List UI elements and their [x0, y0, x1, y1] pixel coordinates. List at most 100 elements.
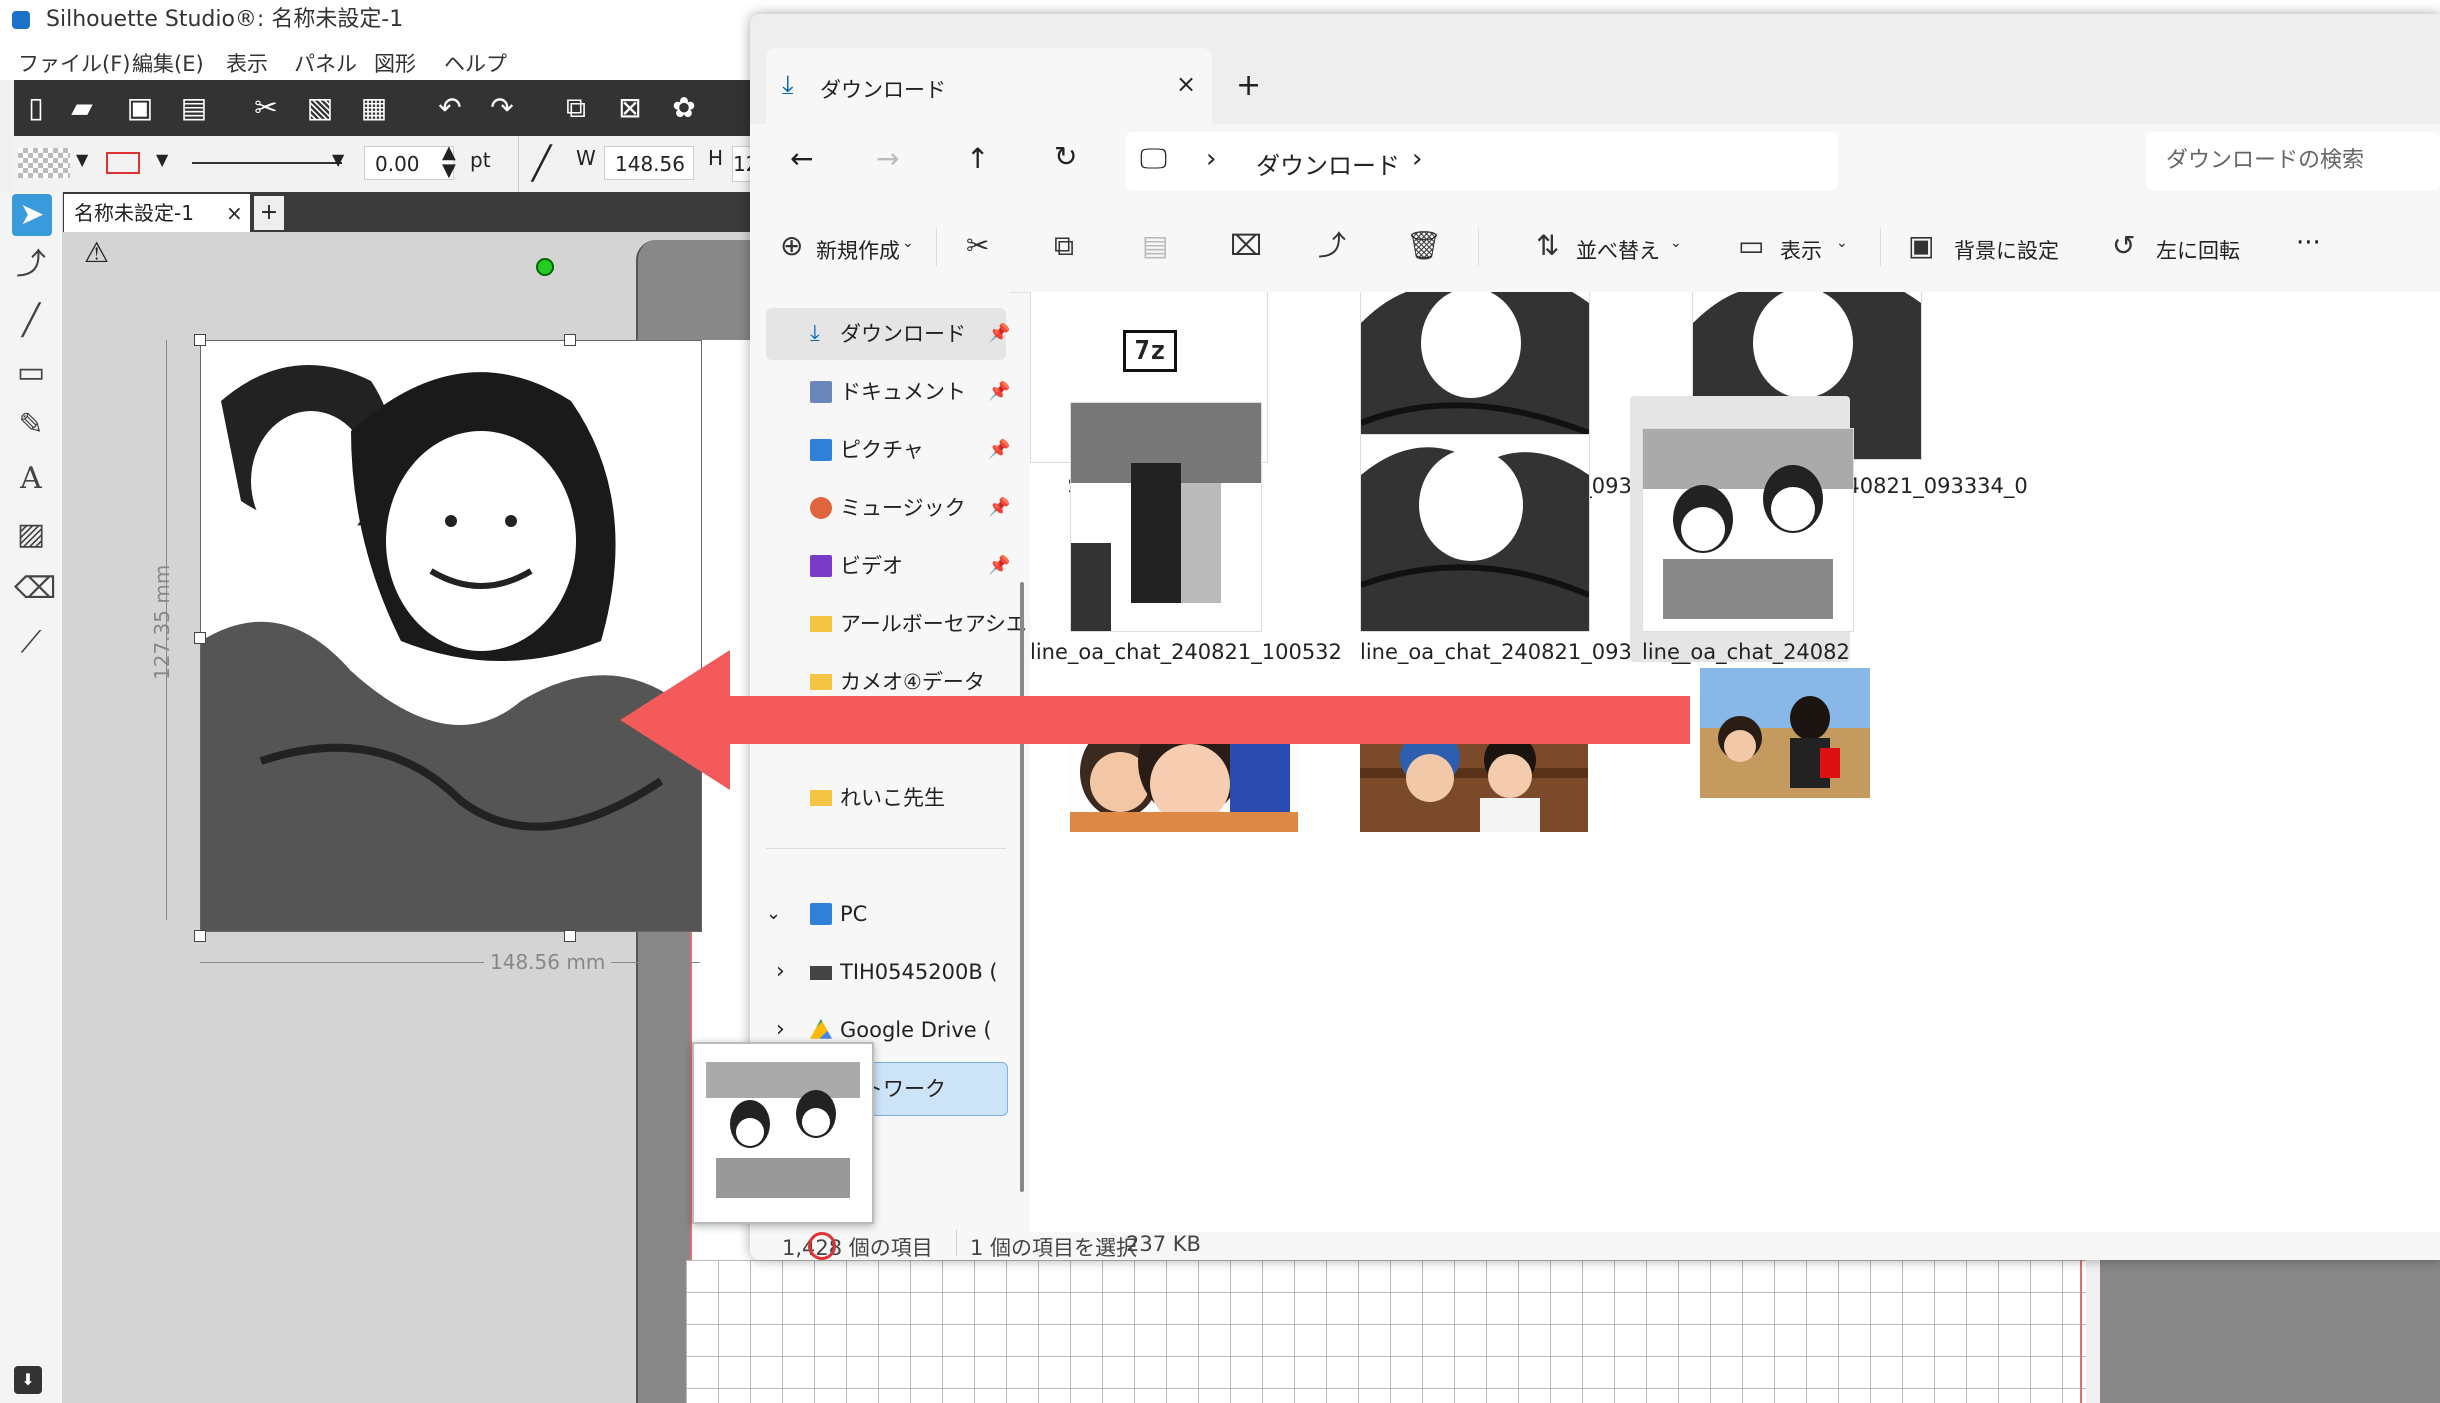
new-tab-button[interactable]: +: [1236, 68, 1261, 103]
text-tool-icon[interactable]: A: [14, 462, 48, 496]
pin-icon[interactable]: 📌: [988, 424, 1010, 476]
copy-icon[interactable]: ⧉: [1054, 230, 1074, 262]
menu-panel[interactable]: パネル: [294, 48, 357, 78]
line-tool-icon[interactable]: ╱: [532, 144, 551, 182]
menu-edit[interactable]: 編集(E): [132, 48, 204, 78]
pin-icon[interactable]: 📌: [988, 308, 1010, 360]
menu-shape[interactable]: 図形: [374, 48, 416, 78]
view-button[interactable]: 表示: [1780, 235, 1822, 265]
sidebar-item-pc[interactable]: ⌄ PC: [766, 888, 1006, 940]
rotate-left-icon[interactable]: ↺: [2112, 230, 2135, 262]
set-background-icon[interactable]: ▣: [1908, 230, 1934, 262]
line-width-input[interactable]: 0.00: [364, 146, 454, 180]
line-tool-icon[interactable]: ╱: [14, 304, 48, 338]
select-tool-icon[interactable]: ➤: [12, 194, 52, 236]
rotate-left-button[interactable]: 左に回転: [2156, 235, 2240, 265]
view-icon[interactable]: ▭: [1738, 230, 1764, 262]
width-input[interactable]: 148.56: [604, 146, 694, 180]
sidebar-item-downloads[interactable]: ⤓ ダウンロード 📌: [766, 308, 1010, 360]
sidebar-item-folder[interactable]: アールボーセアシエ: [766, 598, 1027, 650]
cut-icon[interactable]: ✂: [250, 92, 282, 124]
rename-icon[interactable]: ⌧: [1230, 230, 1262, 262]
edit-points-icon[interactable]: ⤴: [14, 248, 48, 282]
group-icon[interactable]: ⧉: [560, 92, 592, 124]
sidebar-item-pictures[interactable]: ピクチャ 📌: [766, 424, 1010, 476]
palette-icon[interactable]: ✿: [668, 92, 700, 124]
sidebar-item-videos[interactable]: ビデオ 📌: [766, 540, 1010, 592]
selected-image[interactable]: [200, 340, 702, 932]
cut-icon[interactable]: ✂: [966, 230, 989, 262]
new-button[interactable]: 新規作成: [816, 235, 900, 265]
menu-help[interactable]: ヘルプ: [444, 48, 507, 78]
copy-icon[interactable]: ▧: [304, 92, 336, 124]
trash-icon[interactable]: 🗑: [1406, 230, 1442, 262]
chevron-down-icon[interactable]: ⌄: [1670, 235, 1682, 251]
chevron-right-icon[interactable]: ›: [1412, 144, 1422, 174]
paste-icon[interactable]: ▦: [358, 92, 390, 124]
menu-view[interactable]: 表示: [226, 48, 268, 78]
redo-icon[interactable]: ↷: [486, 92, 518, 124]
pin-icon[interactable]: 📌: [988, 366, 1010, 418]
up-arrow-icon[interactable]: ↑: [966, 142, 989, 175]
eraser-tool-icon[interactable]: ⌫: [14, 572, 56, 606]
add-circle-icon[interactable]: ⊕: [780, 230, 803, 262]
print-icon[interactable]: ▤: [178, 92, 210, 124]
import-icon[interactable]: ⬇: [14, 1366, 42, 1394]
open-folder-icon[interactable]: ▰: [66, 92, 98, 124]
sidebar-item-drive[interactable]: › TIH0545200B (: [766, 946, 1006, 998]
chevron-down-icon[interactable]: ▼: [332, 150, 344, 169]
chevron-down-icon[interactable]: ⌄: [902, 235, 914, 251]
undo-icon[interactable]: ↶: [434, 92, 466, 124]
address-bar[interactable]: 🖵 › ダウンロード ›: [1126, 132, 1838, 190]
back-arrow-icon[interactable]: ←: [790, 142, 813, 175]
file-thumbnail[interactable]: [1360, 434, 1590, 632]
knife-tool-icon[interactable]: ⟋: [14, 626, 48, 660]
line-color-swatch[interactable]: [106, 152, 140, 174]
sidebar-item-documents[interactable]: ドキュメント 📌: [766, 366, 1010, 418]
spinner-icon[interactable]: ▲ ▼: [442, 144, 456, 180]
close-icon[interactable]: ×: [226, 194, 243, 232]
pin-icon[interactable]: 📌: [988, 540, 1010, 592]
refresh-icon[interactable]: ↻: [1054, 140, 1077, 173]
file-thumbnail[interactable]: [1070, 402, 1262, 632]
chevron-right-icon[interactable]: ›: [776, 946, 785, 998]
paste-icon[interactable]: ▤: [1142, 230, 1168, 262]
pin-icon[interactable]: 📌: [988, 482, 1010, 534]
resize-handle[interactable]: [564, 334, 576, 346]
rectangle-tool-icon[interactable]: ▭: [14, 356, 48, 390]
bw-photo-preview: [706, 1062, 860, 1202]
forward-arrow-icon[interactable]: →: [876, 142, 899, 175]
chevron-down-icon[interactable]: ⌄: [1836, 235, 1848, 251]
set-background-button[interactable]: 背景に設定: [1954, 235, 2059, 265]
chevron-down-icon[interactable]: ▼: [76, 150, 88, 169]
chevron-down-icon[interactable]: ⌄: [766, 888, 781, 940]
share-icon[interactable]: ⤴: [1318, 230, 1346, 262]
rotate-handle[interactable]: [536, 258, 554, 276]
file-thumbnail[interactable]: [1700, 668, 1870, 798]
new-file-icon[interactable]: ▯: [20, 92, 52, 124]
sort-icon[interactable]: ⇅: [1536, 230, 1559, 262]
address-crumb[interactable]: ダウンロード: [1256, 146, 1400, 181]
resize-handle[interactable]: [194, 632, 206, 644]
trace-tool-icon[interactable]: ▨: [14, 518, 48, 552]
red-arrow-annotation: [620, 650, 1690, 790]
search-input[interactable]: ダウンロードの検索: [2146, 132, 2440, 190]
more-options-icon[interactable]: ···: [2296, 228, 2321, 258]
sort-button[interactable]: 並べ替え: [1576, 235, 1660, 265]
chevron-down-icon[interactable]: ▼: [156, 150, 168, 169]
ungroup-icon[interactable]: ⊠: [614, 92, 646, 124]
menu-file[interactable]: ファイル(F): [18, 48, 130, 78]
fill-swatch[interactable]: [18, 148, 70, 178]
save-icon[interactable]: ▣: [124, 92, 156, 124]
resize-handle[interactable]: [194, 930, 206, 942]
pencil-tool-icon[interactable]: ✎: [14, 408, 48, 442]
resize-handle[interactable]: [194, 334, 206, 346]
file-thumbnail-selected[interactable]: [1642, 428, 1854, 632]
sidebar-item-music[interactable]: ミュージック 📌: [766, 482, 1010, 534]
resize-handle[interactable]: [564, 930, 576, 942]
line-style-preview[interactable]: [192, 162, 342, 164]
document-tab[interactable]: 名称未設定-1 ×: [64, 194, 250, 232]
add-tab-button[interactable]: +: [254, 196, 284, 230]
explorer-tab[interactable]: ⤓ ダウンロード ×: [766, 48, 1212, 126]
close-icon[interactable]: ×: [1176, 70, 1196, 98]
